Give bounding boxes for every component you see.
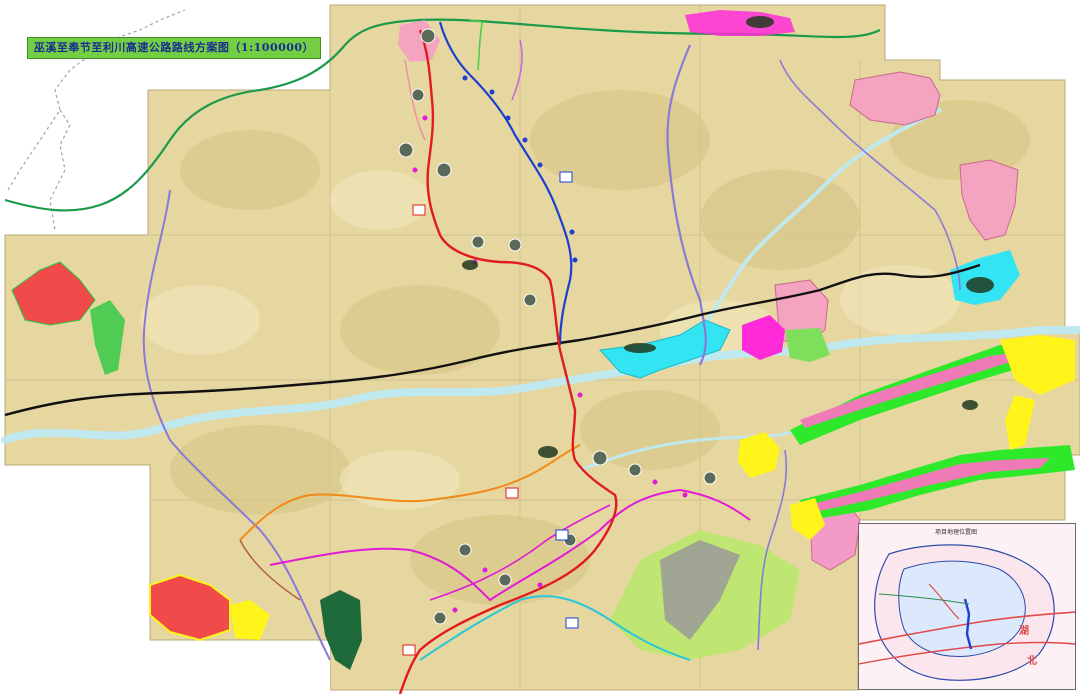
inset-label-hu: 湖 (1019, 626, 1029, 637)
inset-title: 项目地理位置图 (935, 529, 978, 536)
inset-label-bei: 北 (1027, 656, 1037, 667)
map-title: 巫溪至奉节至利川高速公路路线方案图（1:100000） (27, 37, 321, 59)
inset-map-graphic (859, 524, 1075, 689)
location-inset-map: 项目地理位置图 湖 北 (858, 523, 1076, 690)
